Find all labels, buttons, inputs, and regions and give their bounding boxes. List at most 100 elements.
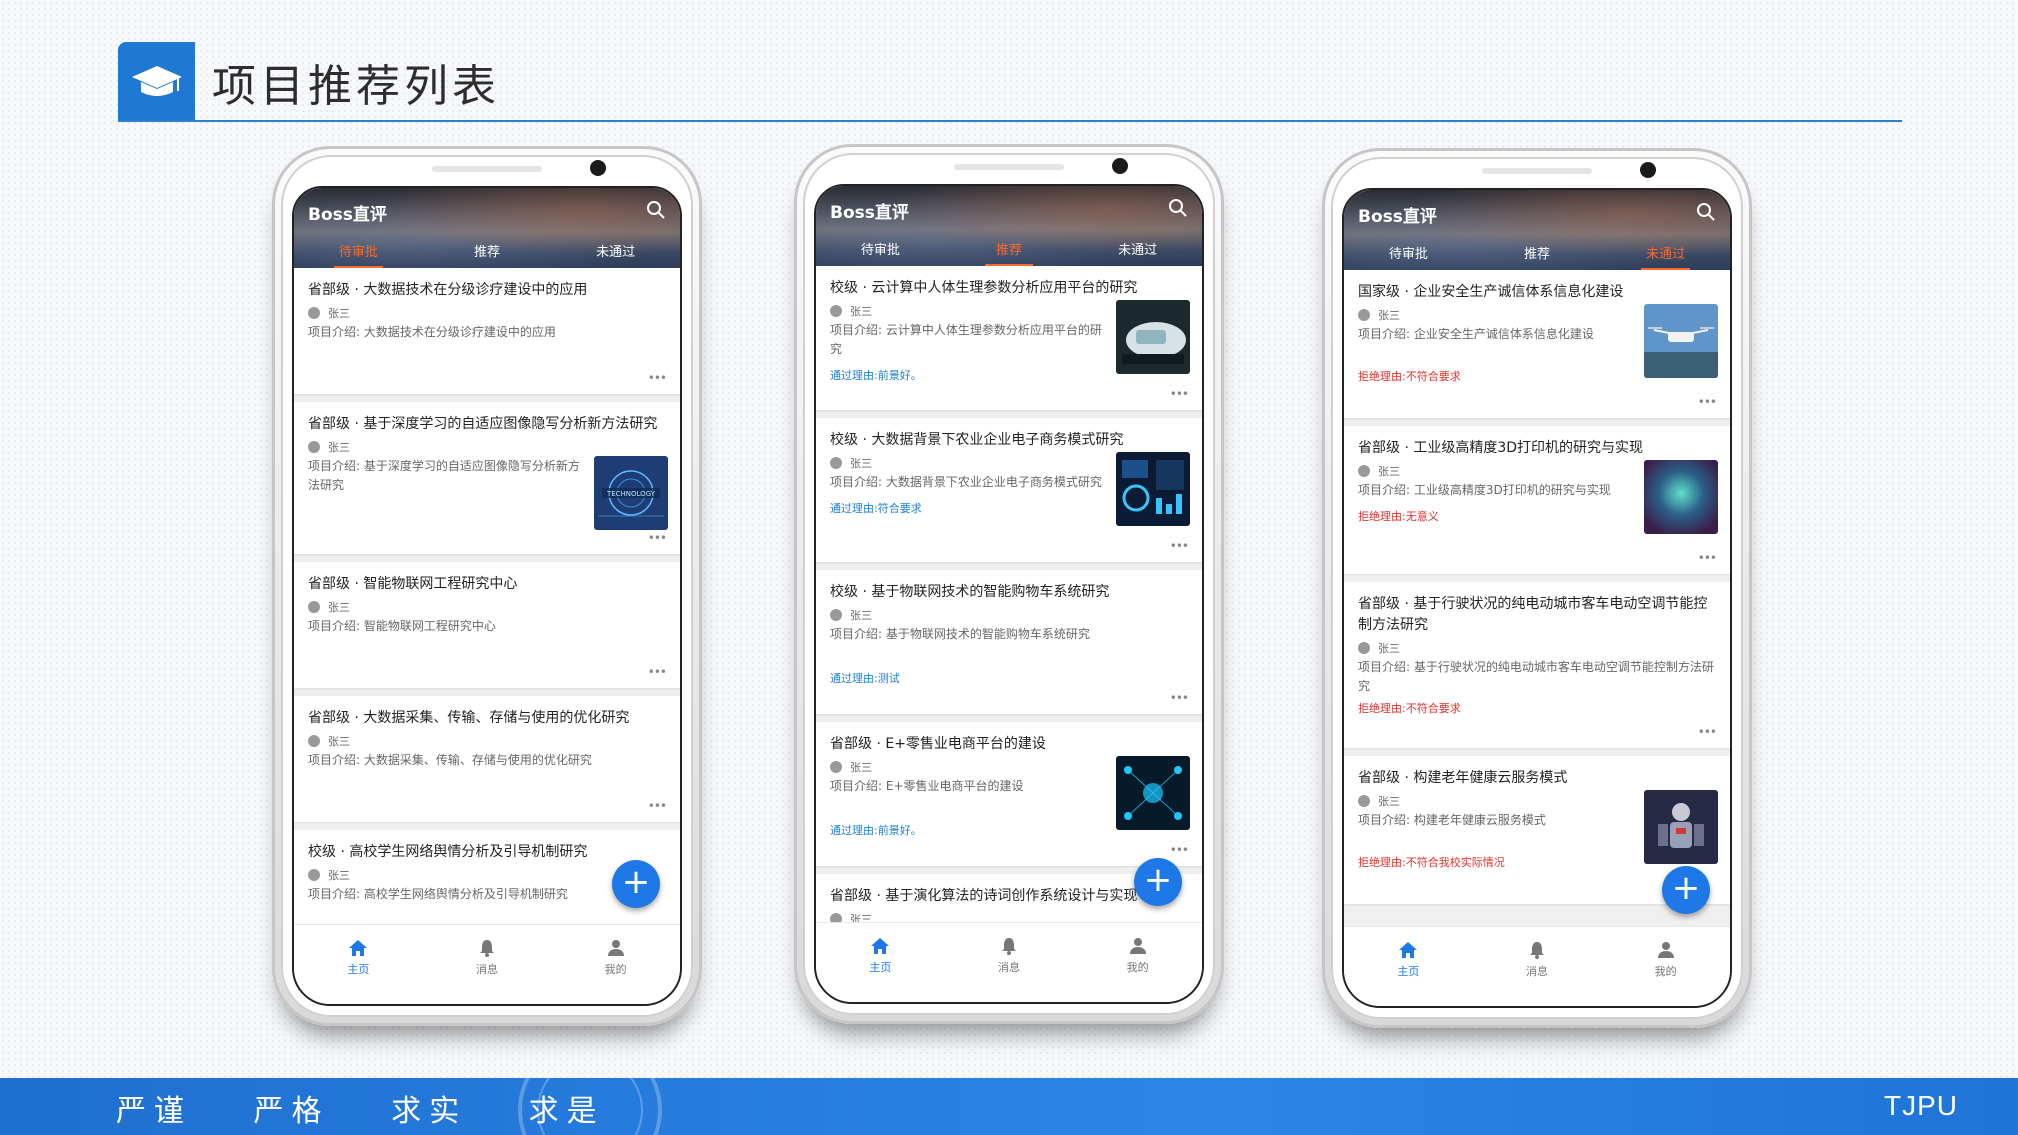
tab-rejected[interactable]: 未通过 xyxy=(1073,232,1202,266)
technology-thumbnail: TECHNOLOGY xyxy=(594,456,668,530)
project-title: 省部级 · 工业级高精度3D打印机的研究与实现 xyxy=(1358,440,1644,456)
more-options-icon[interactable]: ••• xyxy=(1698,552,1718,570)
project-card[interactable]: 校级 · 基于物联网技术的智能购物车系统研究 张三 项目介绍: 基于物联网技术的… xyxy=(816,570,1202,714)
project-title: 省部级 · E+零售业电商平台的建设 xyxy=(830,736,1046,752)
avatar-icon xyxy=(308,307,320,319)
project-intro: 项目介绍: 大数据技术在分级诊疗建设中的应用 xyxy=(308,325,556,339)
pass-reason: 通过理由:测试 xyxy=(830,672,900,685)
nav-profile[interactable]: 我的 xyxy=(551,925,680,1004)
author-name: 张三 xyxy=(328,441,350,454)
add-project-button[interactable]: + xyxy=(612,860,660,908)
tab-pending[interactable]: 待审批 xyxy=(816,232,945,266)
more-options-icon[interactable]: ••• xyxy=(1170,844,1190,862)
project-title: 校级 · 高校学生网络舆情分析及引导机制研究 xyxy=(308,844,588,860)
project-intro: 项目介绍: 大数据背景下农业企业电子商务模式研究 xyxy=(830,475,1102,489)
project-intro: 项目介绍: 工业级高精度3D打印机的研究与实现 xyxy=(1358,483,1611,497)
project-card[interactable]: 省部级 · 基于深度学习的自适应图像隐写分析新方法研究 张三 项目介绍: 基于深… xyxy=(294,402,680,554)
nav-profile-label: 我的 xyxy=(604,963,627,976)
project-title: 校级 · 大数据背景下农业企业电子商务模式研究 xyxy=(830,432,1124,448)
project-intro: 项目介绍: 基于深度学习的自适应图像隐写分析新方法研究 xyxy=(308,459,580,492)
search-icon[interactable] xyxy=(1696,202,1716,222)
tab-pending[interactable]: 待审批 xyxy=(294,234,423,268)
nav-profile[interactable]: 我的 xyxy=(1601,927,1730,1006)
project-title: 国家级 · 企业安全生产诚信体系信息化建设 xyxy=(1358,284,1624,300)
tab-recommended[interactable]: 推荐 xyxy=(1473,236,1602,270)
author-name: 张三 xyxy=(1378,642,1400,655)
project-title: 省部级 · 基于深度学习的自适应图像隐写分析新方法研究 xyxy=(308,416,658,432)
author-name: 张三 xyxy=(328,601,350,614)
nav-messages[interactable]: 消息 xyxy=(423,925,552,1004)
project-card[interactable]: 校级 · 云计算中人体生理参数分析应用平台的研究 张三 项目介绍: 云计算中人体… xyxy=(816,266,1202,410)
motto-item: 求是 xyxy=(528,1094,605,1129)
project-intro: 项目介绍: 企业安全生产诚信体系信息化建设 xyxy=(1358,327,1594,341)
author-name: 张三 xyxy=(850,305,872,318)
tab-bar: 待审批 推荐 未通过 xyxy=(1344,236,1730,270)
motto-item: 严格 xyxy=(253,1094,330,1129)
front-camera xyxy=(590,160,606,176)
dashboard-thumbnail xyxy=(1116,452,1190,526)
nav-home-label: 主页 xyxy=(347,963,370,976)
nav-profile[interactable]: 我的 xyxy=(1073,923,1202,1002)
avatar-icon xyxy=(1358,309,1370,321)
more-options-icon[interactable]: ••• xyxy=(1698,726,1718,744)
avatar-icon xyxy=(830,609,842,621)
nav-home[interactable]: 主页 xyxy=(816,923,945,1002)
more-options-icon[interactable]: ••• xyxy=(1170,540,1190,558)
tab-pending[interactable]: 待审批 xyxy=(1344,236,1473,270)
nav-profile-label: 我的 xyxy=(1654,965,1677,978)
project-title: 省部级 · 构建老年健康云服务模式 xyxy=(1358,770,1568,786)
tab-bar: 待审批 推荐 未通过 xyxy=(294,234,680,268)
tab-recommended[interactable]: 推荐 xyxy=(945,232,1074,266)
nav-profile-label: 我的 xyxy=(1126,961,1149,974)
project-card[interactable]: 省部级 · 工业级高精度3D打印机的研究与实现 张三 项目介绍: 工业级高精度3… xyxy=(1344,426,1730,574)
project-title: 省部级 · 大数据采集、传输、存储与使用的优化研究 xyxy=(308,710,630,726)
nav-home[interactable]: 主页 xyxy=(1344,927,1473,1006)
footer-brand: TJPU xyxy=(1884,1090,1958,1121)
nav-home[interactable]: 主页 xyxy=(294,925,423,1004)
svg-text:TECHNOLOGY: TECHNOLOGY xyxy=(606,490,656,498)
robot-thumbnail xyxy=(1644,790,1718,864)
author-name: 张三 xyxy=(850,761,872,774)
add-project-button[interactable]: + xyxy=(1662,866,1710,914)
app-bar: Boss直评 待审批 推荐 未通过 xyxy=(816,186,1202,266)
graduation-cap-logo-icon xyxy=(118,42,195,122)
nav-messages[interactable]: 消息 xyxy=(945,923,1074,1002)
more-options-icon[interactable]: ••• xyxy=(1698,396,1718,414)
add-project-button[interactable]: + xyxy=(1134,858,1182,906)
avatar-icon xyxy=(308,601,320,613)
bottom-nav: 主页 消息 我的 xyxy=(816,922,1202,1002)
tab-rejected[interactable]: 未通过 xyxy=(1601,236,1730,270)
app-title: Boss直评 xyxy=(1358,207,1437,227)
more-options-icon[interactable]: ••• xyxy=(648,372,668,390)
project-card[interactable]: 省部级 · 智能物联网工程研究中心 张三 项目介绍: 智能物联网工程研究中心 •… xyxy=(294,562,680,688)
more-options-icon[interactable]: ••• xyxy=(648,532,668,550)
person-icon xyxy=(1129,938,1146,954)
more-options-icon[interactable]: ••• xyxy=(648,800,668,818)
avatar-icon xyxy=(830,761,842,773)
project-card[interactable]: 省部级 · 大数据技术在分级诊疗建设中的应用 张三 项目介绍: 大数据技术在分级… xyxy=(294,268,680,394)
project-card[interactable]: 国家级 · 企业安全生产诚信体系信息化建设 张三 项目介绍: 企业安全生产诚信体… xyxy=(1344,270,1730,418)
project-list: 国家级 · 企业安全生产诚信体系信息化建设 张三 项目介绍: 企业安全生产诚信体… xyxy=(1344,270,1730,930)
tab-rejected[interactable]: 未通过 xyxy=(551,234,680,268)
nebula-thumbnail xyxy=(1644,460,1718,534)
search-icon[interactable] xyxy=(1168,198,1188,218)
more-options-icon[interactable]: ••• xyxy=(1170,692,1190,710)
more-options-icon[interactable]: ••• xyxy=(1170,388,1190,406)
project-intro: 项目介绍: E+零售业电商平台的建设 xyxy=(830,779,1024,793)
app-bar: Boss直评 待审批 推荐 未通过 xyxy=(1344,190,1730,270)
app-title: Boss直评 xyxy=(830,203,909,223)
author-name: 张三 xyxy=(328,735,350,748)
app-screen: Boss直评 待审批 推荐 未通过 国家级 · 企业安全生产诚信体系信息化建设 … xyxy=(1342,188,1732,1008)
tab-recommended[interactable]: 推荐 xyxy=(423,234,552,268)
project-card[interactable]: 省部级 · 大数据采集、传输、存储与使用的优化研究 张三 项目介绍: 大数据采集… xyxy=(294,696,680,822)
project-card[interactable]: 校级 · 大数据背景下农业企业电子商务模式研究 张三 项目介绍: 大数据背景下农… xyxy=(816,418,1202,562)
more-options-icon[interactable]: ••• xyxy=(648,666,668,684)
project-title: 省部级 · 大数据技术在分级诊疗建设中的应用 xyxy=(308,282,588,298)
project-card[interactable]: 省部级 · E+零售业电商平台的建设 张三 项目介绍: E+零售业电商平台的建设… xyxy=(816,722,1202,866)
nav-messages[interactable]: 消息 xyxy=(1473,927,1602,1006)
phone-mockup-pending: Boss直评 待审批 推荐 未通过 省部级 · 大数据技术在分级诊疗建设中的应用… xyxy=(272,146,702,1026)
phone-mockup-rejected: Boss直评 待审批 推荐 未通过 国家级 · 企业安全生产诚信体系信息化建设 … xyxy=(1322,148,1752,1028)
project-card[interactable]: 省部级 · 基于行驶状况的纯电动城市客车电动空调节能控制方法研究 张三 项目介绍… xyxy=(1344,582,1730,748)
nav-home-label: 主页 xyxy=(869,961,892,974)
search-icon[interactable] xyxy=(646,200,666,220)
